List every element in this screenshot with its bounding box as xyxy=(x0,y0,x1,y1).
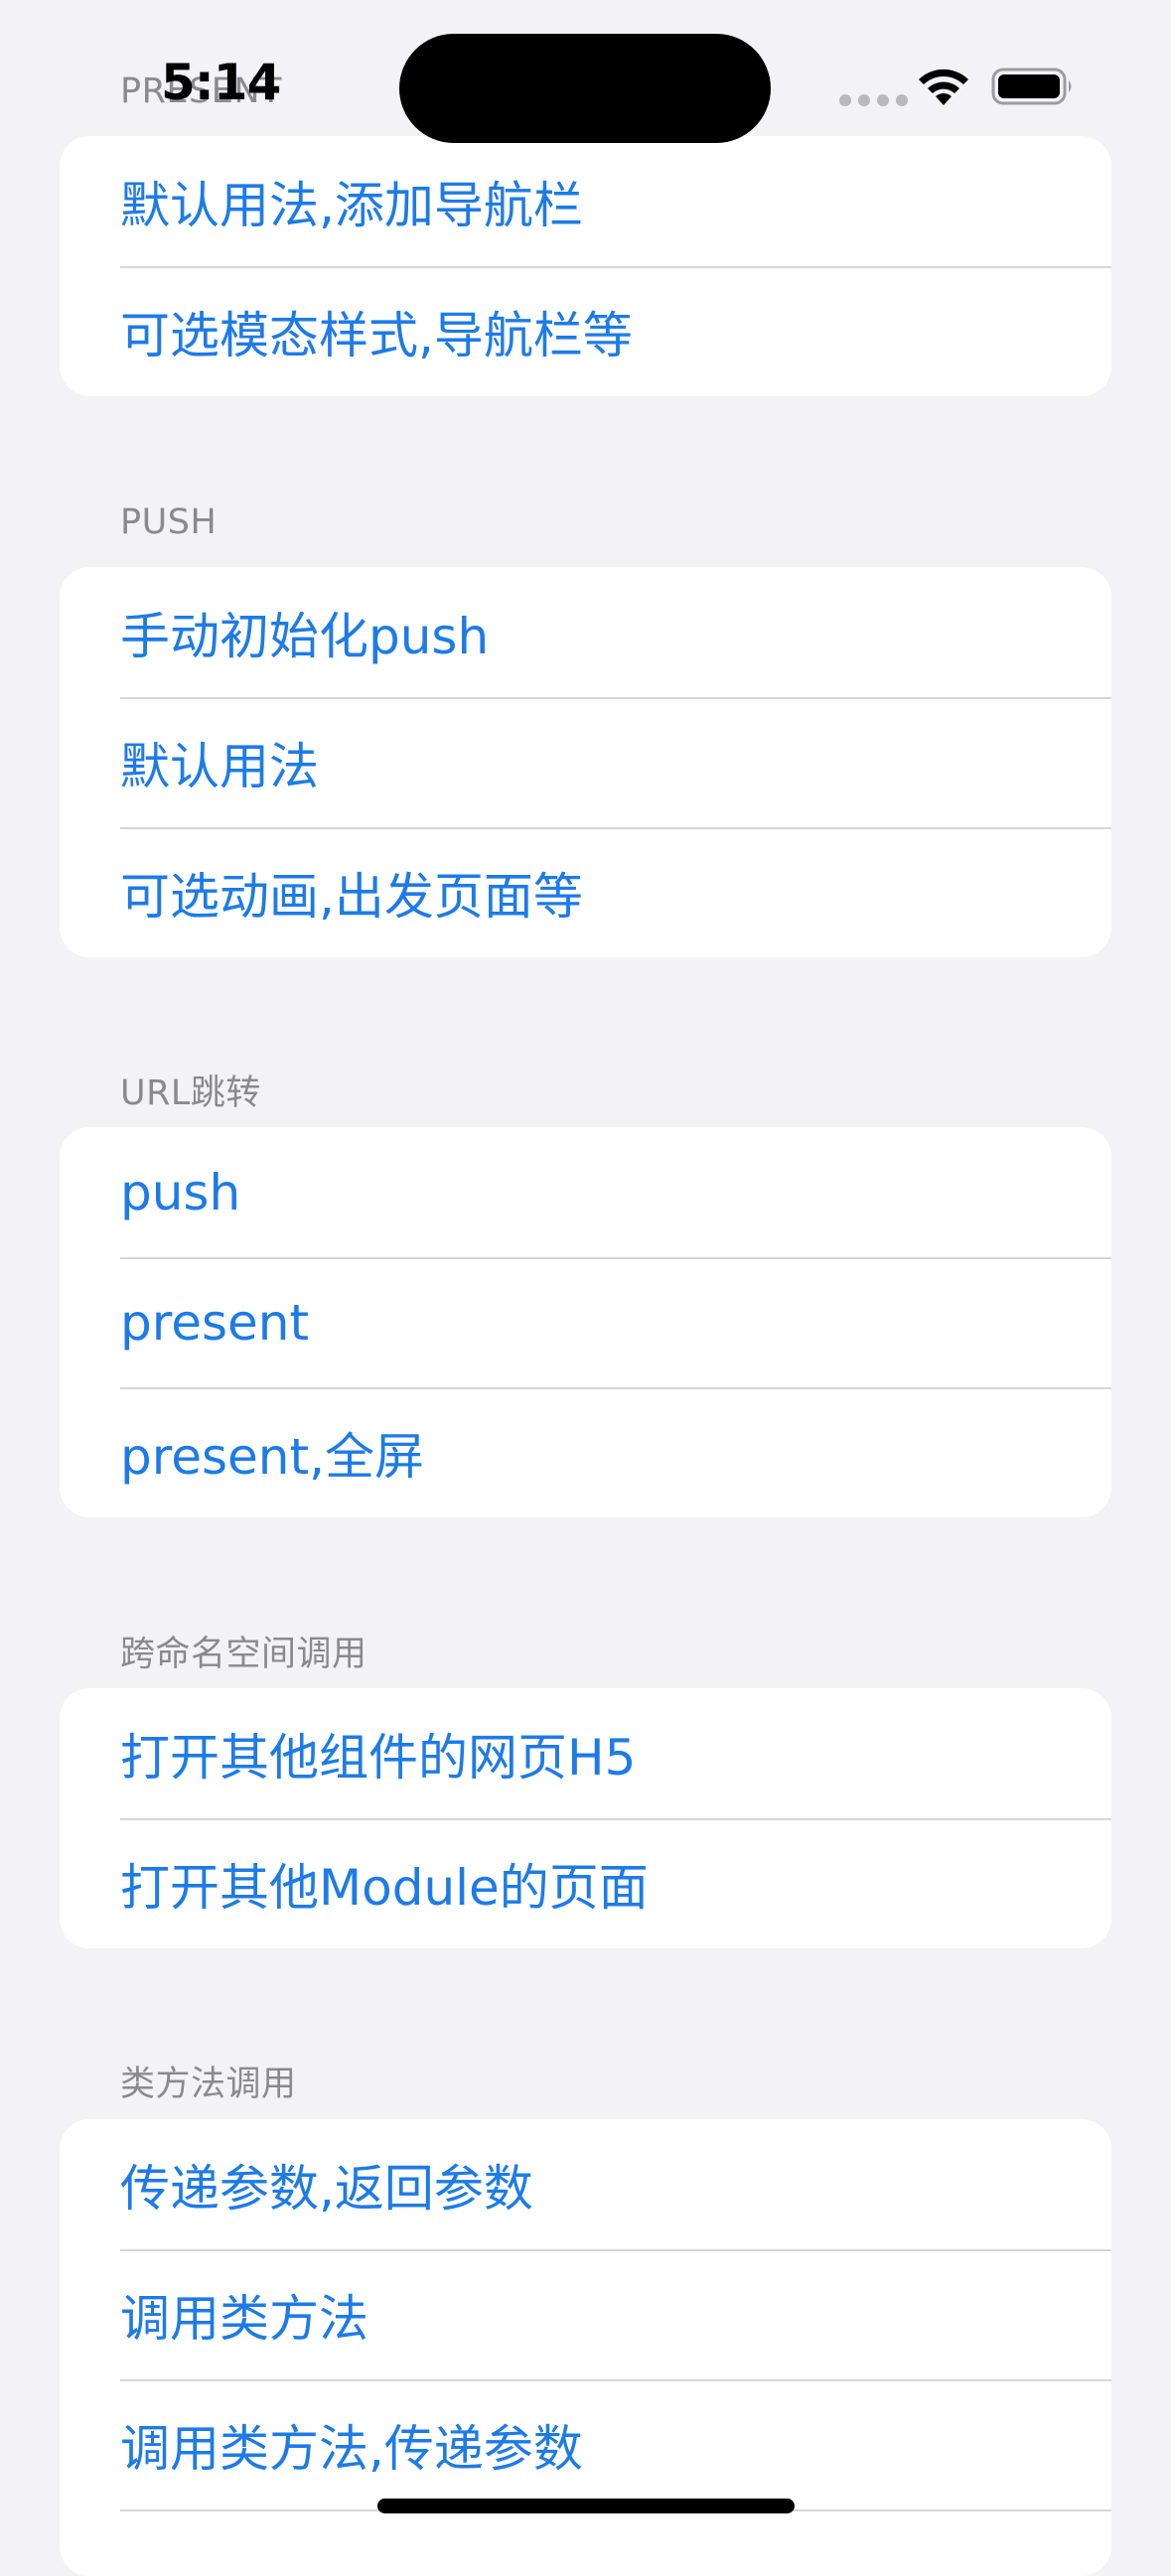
section-header-class-method: 类方法调用 xyxy=(120,2065,297,2104)
list-item-manual-push[interactable]: 手动初始化push xyxy=(60,567,1111,697)
group-url: push present present,全屏 xyxy=(60,1127,1111,1517)
group-present: 默认用法,添加导航栏 可选模态样式,导航栏等 xyxy=(60,136,1111,396)
section-header-push: PUSH xyxy=(120,502,218,542)
list-item-default-usage[interactable]: 默认用法 xyxy=(60,697,1111,827)
list-item-default-nav[interactable]: 默认用法,添加导航栏 xyxy=(60,136,1111,266)
battery-icon xyxy=(991,68,1072,105)
section-header-namespace: 跨命名空间调用 xyxy=(120,1635,367,1674)
group-namespace: 打开其他组件的网页H5 打开其他Module的页面 xyxy=(60,1688,1111,1948)
list-item-call-method-params[interactable]: 调用类方法,传递参数 xyxy=(60,2379,1111,2509)
list-item-pass-params[interactable]: 传递参数,返回参数 xyxy=(60,2119,1111,2249)
list-item-url-present[interactable]: present xyxy=(60,1257,1111,1387)
status-bar: 5:14 xyxy=(0,0,1171,149)
wifi-icon xyxy=(919,69,968,105)
list-item-open-module[interactable]: 打开其他Module的页面 xyxy=(60,1818,1111,1948)
home-indicator[interactable] xyxy=(377,2499,795,2513)
list-item-open-h5[interactable]: 打开其他组件的网页H5 xyxy=(60,1688,1111,1818)
dynamic-island xyxy=(399,34,771,143)
list-item-partial[interactable] xyxy=(60,2509,1111,2576)
list-item-call-class-method[interactable]: 调用类方法 xyxy=(60,2249,1111,2379)
list-item-url-present-fullscreen[interactable]: present,全屏 xyxy=(60,1387,1111,1517)
section-header-url: URL跳转 xyxy=(120,1073,261,1113)
group-push: 手动初始化push 默认用法 可选动画,出发页面等 xyxy=(60,567,1111,957)
list-item-url-push[interactable]: push xyxy=(60,1127,1111,1257)
list-item-animation[interactable]: 可选动画,出发页面等 xyxy=(60,827,1111,957)
list-item-modal-style[interactable]: 可选模态样式,导航栏等 xyxy=(60,266,1111,396)
cellular-signal-icon xyxy=(839,94,908,106)
status-time: 5:14 xyxy=(161,54,281,111)
